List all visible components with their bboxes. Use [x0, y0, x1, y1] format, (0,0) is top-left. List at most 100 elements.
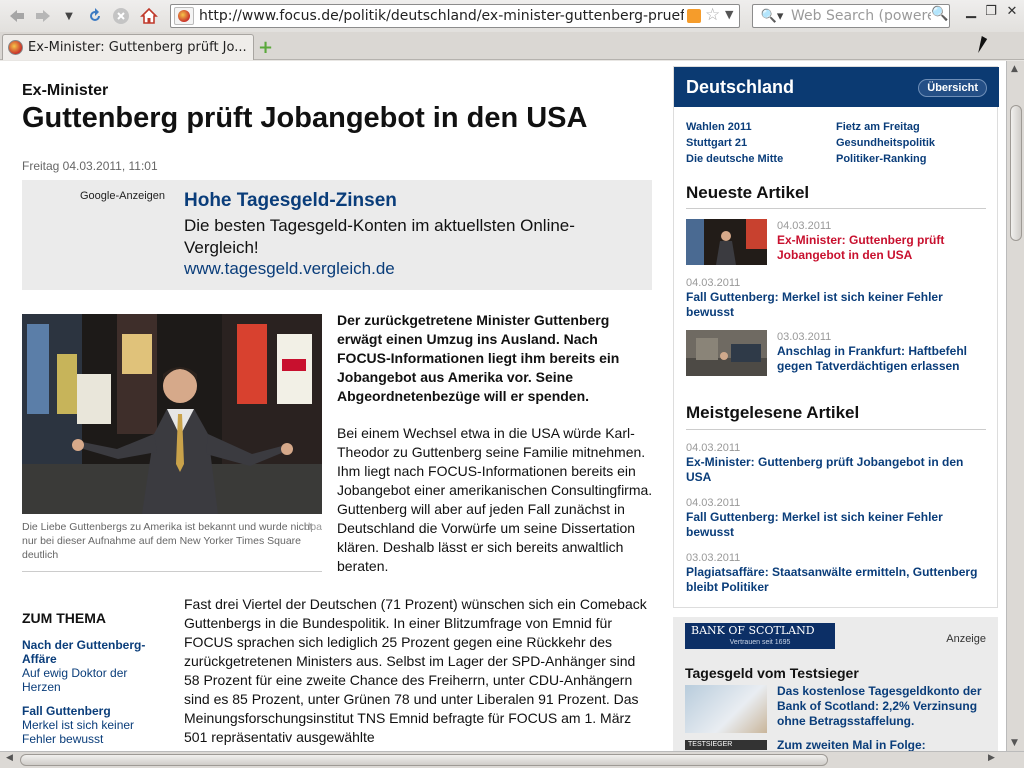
- restore-icon[interactable]: ❐: [982, 4, 1000, 19]
- article-date: 04.03.2011: [777, 220, 832, 232]
- photo-caption-text: Die Liebe Guttenbergs zu Amerika ist bek…: [22, 521, 313, 561]
- url-bar[interactable]: http://www.focus.de/politik/deutschland/…: [170, 4, 740, 28]
- article-body-paragraph: Fast drei Viertel der Deutschen (71 Proz…: [184, 596, 647, 745]
- scroll-right-icon[interactable]: ▶: [988, 753, 995, 763]
- rss-icon[interactable]: [687, 9, 701, 23]
- article-link[interactable]: Ex-Minister: Guttenberg prüft Jobangebot…: [777, 233, 987, 263]
- tab-active[interactable]: Ex-Minister: Guttenberg prüft Jo...: [2, 34, 254, 60]
- ad-text-link[interactable]: Zum zweiten Mal in Folge:: [777, 738, 926, 751]
- ad-title[interactable]: Tagesgeld vom Testsieger: [685, 665, 859, 681]
- ad-url-link[interactable]: www.tagesgeld.vergleich.de: [184, 259, 395, 279]
- most-read-item[interactable]: 04.03.2011 Ex-Minister: Guttenberg prüft…: [686, 441, 986, 485]
- back-icon[interactable]: [6, 5, 28, 27]
- tab-favicon-icon: [8, 40, 23, 55]
- article-lead: Der zurückgetretene Minister Guttenberg …: [337, 312, 620, 404]
- article-date: 03.03.2011: [777, 331, 832, 343]
- stop-icon[interactable]: [110, 5, 132, 27]
- article-thumbnail[interactable]: [686, 219, 767, 265]
- horizontal-scrollbar[interactable]: ◀ ▶: [0, 751, 1024, 768]
- divider: [686, 208, 986, 209]
- ad-text: Die besten Tagesgeld-Konten im aktuellst…: [184, 216, 575, 257]
- bank-logo-tagline: Vertrauen seit 1695: [729, 639, 791, 646]
- section-sidebar: Deutschland Übersicht Wahlen 2011 Stuttg…: [673, 66, 999, 608]
- topic-link[interactable]: Die deutsche Mitte: [686, 151, 836, 167]
- article-link[interactable]: Ex-Minister: Guttenberg prüft Jobangebot…: [686, 455, 986, 485]
- history-dropdown-icon[interactable]: ▼: [58, 5, 80, 27]
- newest-article-item[interactable]: 04.03.2011 Ex-Minister: Guttenberg prüft…: [686, 219, 986, 267]
- site-identity-icon[interactable]: [174, 7, 194, 25]
- sidebar-title[interactable]: Deutschland: [686, 77, 794, 98]
- main-column: Ex-Minister Guttenberg prüft Jobangebot …: [10, 66, 665, 751]
- related-topic-title[interactable]: Fall Guttenberg: [22, 704, 162, 718]
- new-tab-icon[interactable]: +: [258, 37, 273, 58]
- close-icon[interactable]: ✕: [1003, 4, 1021, 19]
- most-read-item[interactable]: 03.03.2011 Plagiatsaffäre: Staatsanwälte…: [686, 551, 986, 595]
- newest-article-item[interactable]: 03.03.2011 Anschlag in Frankfurt: Haftbe…: [686, 330, 986, 378]
- search-bar: 🔍▾ 🔍: [752, 4, 950, 28]
- reload-icon[interactable]: [84, 5, 106, 27]
- divider: [686, 429, 986, 430]
- article-body-paragraph: Bei einem Wechsel etwa in die USA würde …: [337, 425, 653, 574]
- article-link[interactable]: Anschlag in Frankfurt: Haftbefehl gegen …: [777, 344, 987, 374]
- article-thumbnail[interactable]: [686, 330, 767, 376]
- article-headline: Guttenberg prüft Jobangebot in den USA: [22, 102, 588, 134]
- article-kicker: Ex-Minister: [22, 82, 109, 99]
- related-topic-item[interactable]: Nach der Guttenberg-Affäre Auf ewig Dokt…: [22, 638, 162, 694]
- article-photo[interactable]: [22, 314, 322, 514]
- article-date: 04.03.2011: [686, 442, 741, 454]
- tab-title: Ex-Minister: Guttenberg prüft Jo...: [28, 40, 247, 55]
- navigation-toolbar: ▼ http://www.focus.de/politik/deutschlan…: [0, 0, 1024, 32]
- topic-link[interactable]: Politiker-Ranking: [836, 151, 986, 167]
- search-input[interactable]: [791, 7, 931, 25]
- tab-bar: Ex-Minister: Guttenberg prüft Jo... +: [0, 32, 1024, 60]
- most-read-heading: Meistgelesene Artikel: [686, 403, 860, 422]
- bank-ad-panel[interactable]: BANK OF SCOTLAND Vertrauen seit 1695 Anz…: [673, 617, 998, 751]
- related-topic-desc[interactable]: Merkel ist sich keiner Fehler bewusst: [22, 718, 162, 746]
- horizontal-scroll-thumb[interactable]: [20, 754, 828, 766]
- bookmark-star-icon[interactable]: ☆: [705, 5, 720, 25]
- scroll-down-icon[interactable]: ▼: [1011, 738, 1018, 748]
- photo-credit: dpa: [304, 521, 322, 533]
- overview-button[interactable]: Übersicht: [918, 79, 987, 97]
- sidebar-header: Deutschland Übersicht: [674, 67, 999, 107]
- ad-label: Anzeige: [946, 633, 986, 645]
- article-date: 03.03.2011: [686, 552, 741, 564]
- vertical-scroll-thumb[interactable]: [1010, 105, 1022, 241]
- article-date: Freitag 04.03.2011, 11:01: [22, 159, 158, 173]
- scroll-up-icon[interactable]: ▲: [1011, 64, 1018, 74]
- related-topic-item[interactable]: Fall Guttenberg Merkel ist sich keiner F…: [22, 704, 162, 746]
- bank-logo[interactable]: BANK OF SCOTLAND Vertrauen seit 1695: [685, 623, 835, 649]
- most-read-item[interactable]: 04.03.2011 Fall Guttenberg: Merkel ist s…: [686, 496, 986, 540]
- google-ad-box: Google-Anzeigen Hohe Tagesgeld-Zinsen Di…: [22, 180, 652, 290]
- ad-title-link[interactable]: Hohe Tagesgeld-Zinsen: [184, 190, 397, 212]
- topic-link[interactable]: Stuttgart 21: [686, 135, 836, 151]
- vertical-scrollbar[interactable]: ▲ ▼: [1006, 61, 1024, 751]
- related-topic-desc[interactable]: Auf ewig Doktor der Herzen: [22, 666, 162, 694]
- article-link[interactable]: Fall Guttenberg: Merkel ist sich keiner …: [686, 290, 986, 320]
- search-engine-icon[interactable]: 🔍▾: [755, 6, 789, 26]
- search-go-icon[interactable]: 🔍: [931, 6, 948, 22]
- newest-article-item[interactable]: 04.03.2011 Fall Guttenberg: Merkel ist s…: [686, 276, 986, 320]
- article-date: 04.03.2011: [686, 277, 741, 289]
- page-content: Ex-Minister Guttenberg prüft Jobangebot …: [0, 61, 1006, 751]
- scroll-left-icon[interactable]: ◀: [6, 753, 13, 763]
- topic-link[interactable]: Wahlen 2011: [686, 119, 836, 135]
- topic-link[interactable]: Gesundheitspolitik: [836, 135, 986, 151]
- ad-thumbnail[interactable]: [685, 685, 767, 733]
- photo-caption: Die Liebe Guttenbergs zu Amerika ist bek…: [22, 520, 322, 562]
- ad-text-link[interactable]: Das kostenlose Tagesgeldkonto der Bank o…: [777, 684, 987, 729]
- url-text[interactable]: http://www.focus.de/politik/deutschland/…: [199, 8, 684, 24]
- topic-link[interactable]: Fietz am Freitag: [836, 119, 986, 135]
- ad-label[interactable]: Google-Anzeigen: [80, 190, 165, 202]
- related-topics-heading: ZUM THEMA: [22, 610, 106, 626]
- related-topic-title[interactable]: Nach der Guttenberg-Affäre: [22, 638, 162, 666]
- article-date: 04.03.2011: [686, 497, 741, 509]
- article-link[interactable]: Fall Guttenberg: Merkel ist sich keiner …: [686, 510, 986, 540]
- testsieger-badge: TESTSIEGER: [685, 740, 767, 750]
- forward-icon[interactable]: [32, 5, 54, 27]
- minimize-icon[interactable]: ▁: [962, 4, 980, 19]
- url-dropdown-icon[interactable]: ▼: [725, 8, 733, 21]
- home-icon[interactable]: [138, 5, 160, 27]
- divider: [22, 571, 322, 572]
- article-link[interactable]: Plagiatsaffäre: Staatsanwälte ermitteln,…: [686, 565, 986, 595]
